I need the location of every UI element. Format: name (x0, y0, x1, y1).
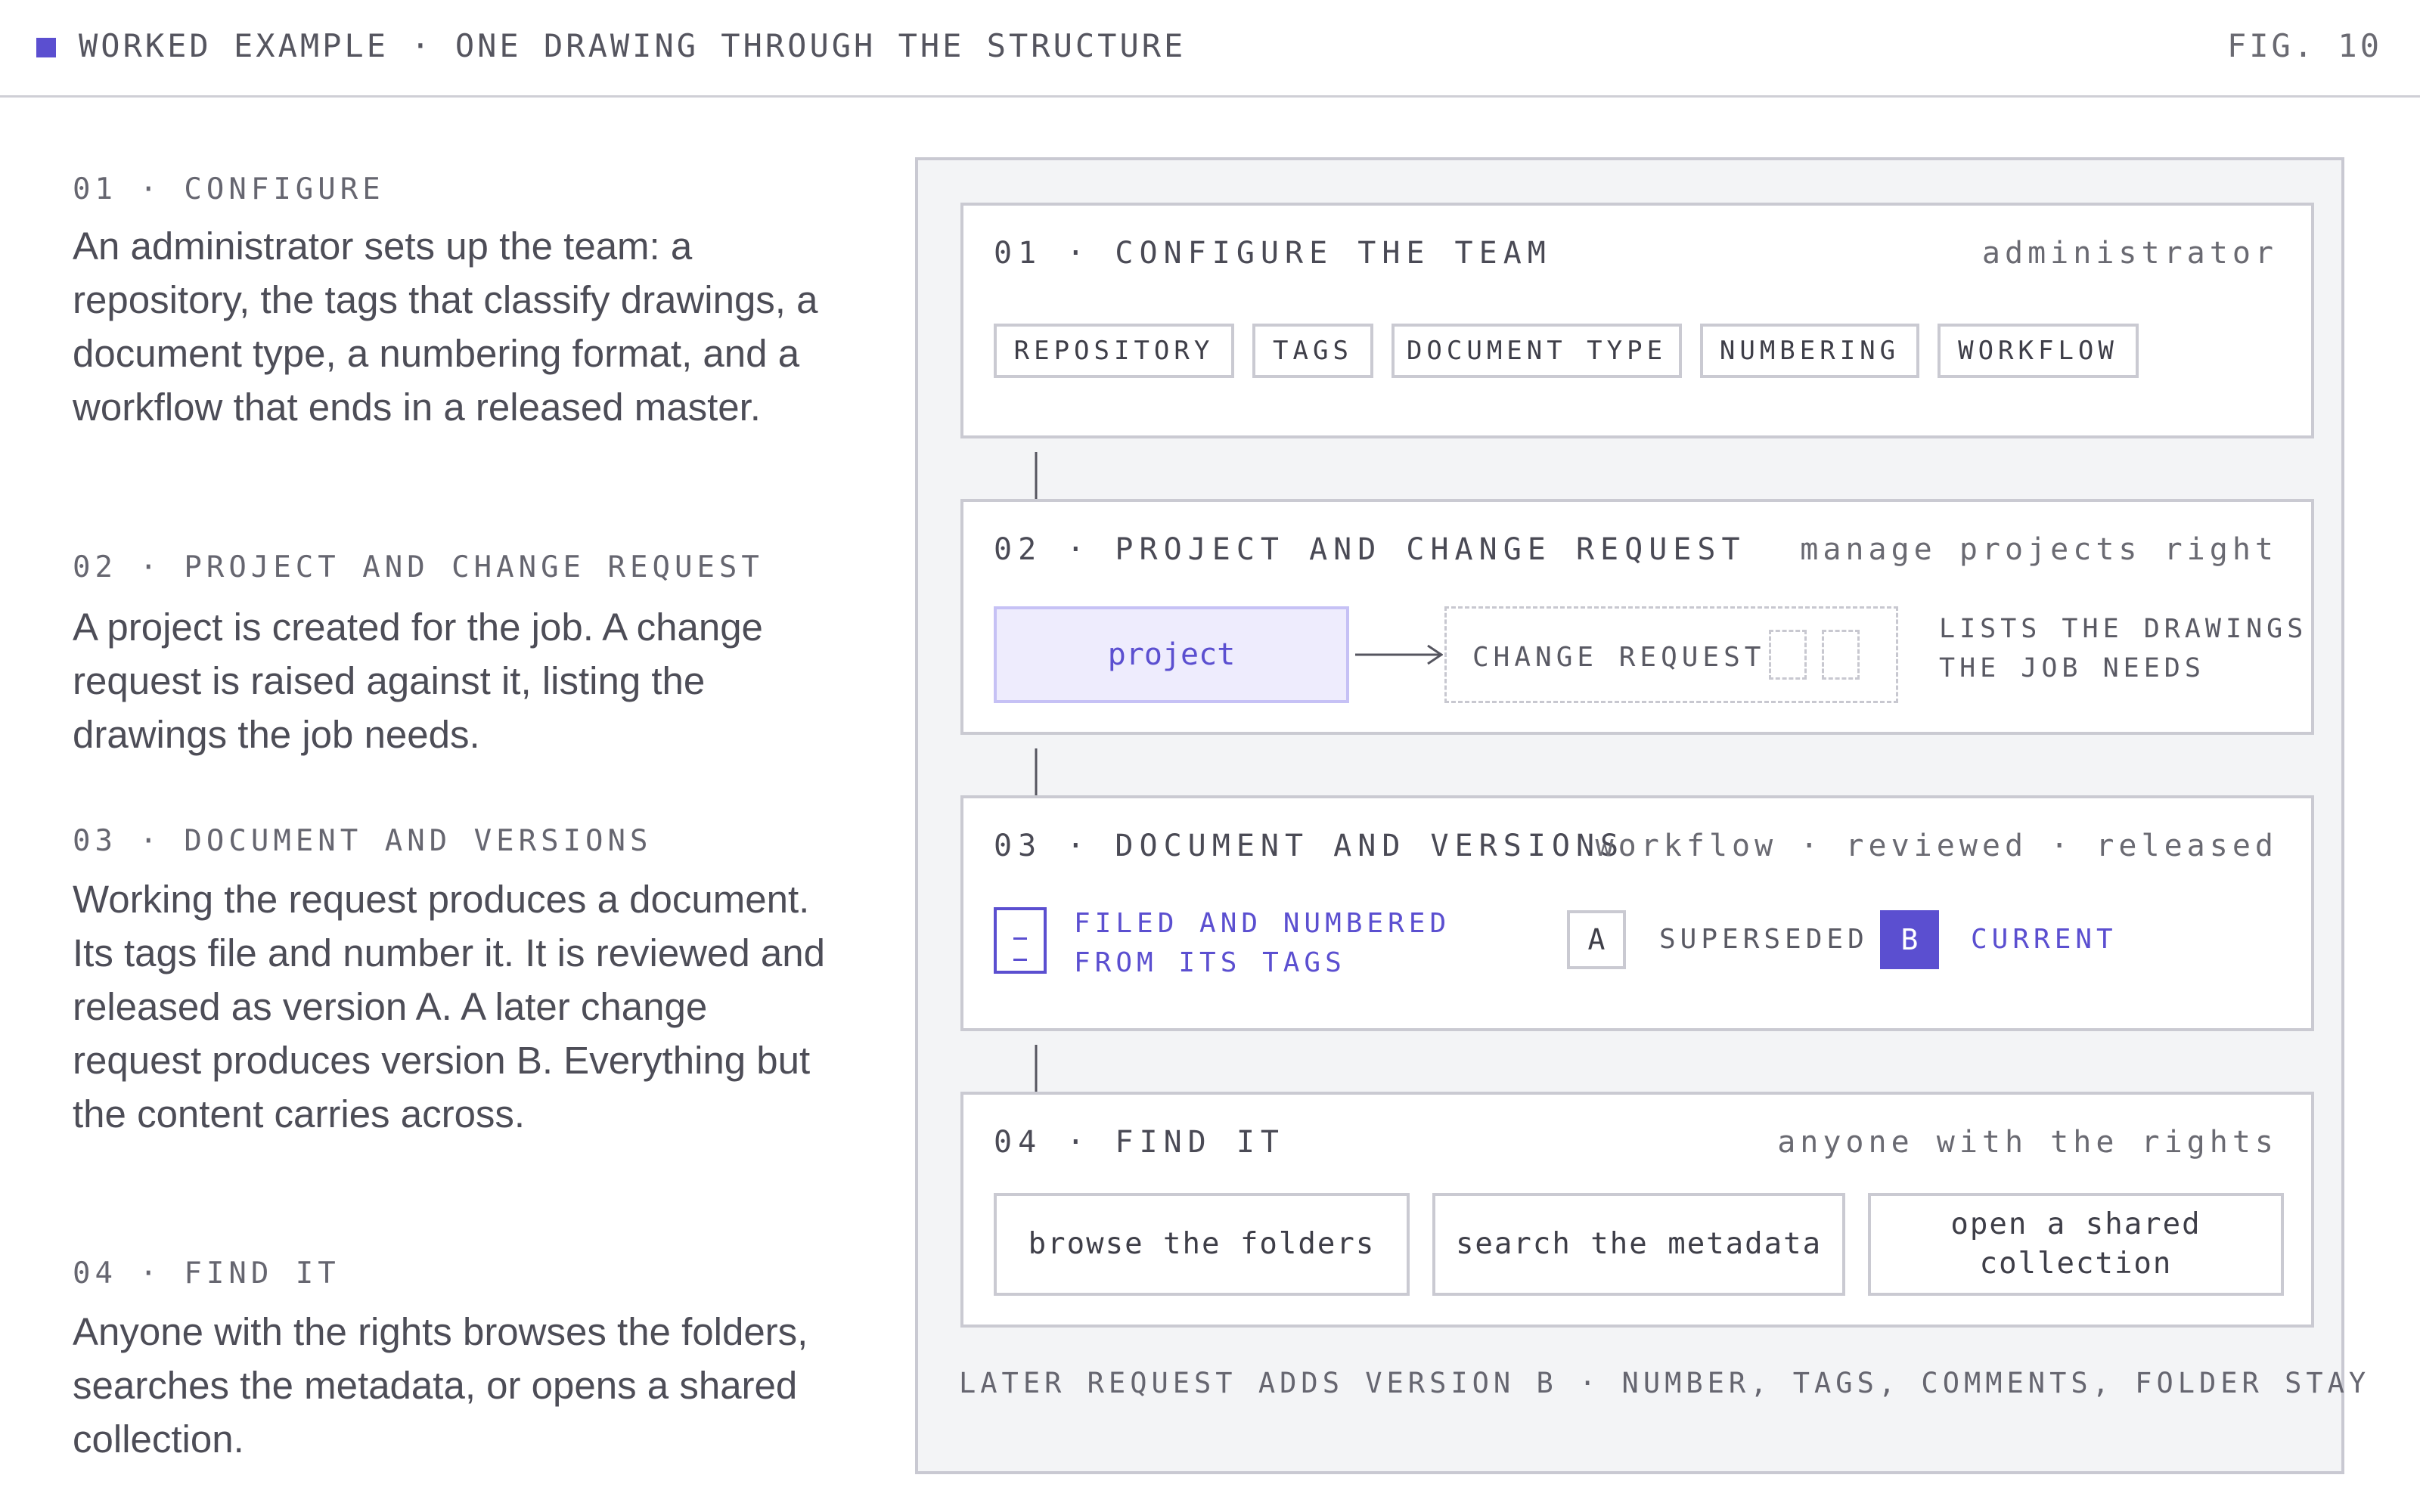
change-request-note: LISTS THE DRAWINGS THE JOB NEEDS (1939, 609, 2307, 688)
browse-folders-option: browse the folders (994, 1193, 1410, 1296)
version-b-badge: B (1880, 910, 1939, 969)
configure-title: 01 · CONFIGURE THE TEAM (994, 236, 1552, 271)
find-box: 04 · FIND IT anyone with the rights brow… (960, 1092, 2314, 1328)
step-3-label: 03 · DOCUMENT AND VERSIONS (73, 824, 653, 858)
version-a-label: SUPERSEDED (1659, 924, 1869, 955)
step-4-label: 04 · FIND IT (73, 1256, 340, 1290)
filed-note-line-1: FILED AND NUMBERED (1074, 908, 1451, 939)
accent-square-icon (36, 38, 56, 57)
configure-box: 01 · CONFIGURE THE TEAM administrator RE… (960, 203, 2314, 438)
step-1-label: 01 · CONFIGURE (73, 172, 385, 206)
search-metadata-option: search the metadata (1432, 1193, 1845, 1296)
filed-note-line-2: FROM ITS TAGS (1074, 947, 1346, 978)
document-icon (994, 907, 1047, 974)
step-2-label: 02 · PROJECT AND CHANGE REQUEST (73, 550, 764, 584)
drawing-slot-icon (1769, 630, 1807, 680)
figure-header: WORKED EXAMPLE · ONE DRAWING THROUGH THE… (0, 0, 2420, 98)
chip-document-type: DOCUMENT TYPE (1392, 324, 1682, 378)
chip-tags: TAGS (1252, 324, 1373, 378)
project-node: project (994, 606, 1349, 703)
document-box: 03 · DOCUMENT AND VERSIONS workflow · re… (960, 795, 2314, 1031)
filed-note: FILED AND NUMBERED FROM ITS TAGS (1074, 904, 1450, 983)
arrow-right-icon (1355, 644, 1443, 665)
version-a-badge: A (1567, 910, 1626, 969)
document-role: workflow · reviewed · released (1595, 829, 2278, 863)
find-title: 04 · FIND IT (994, 1125, 1285, 1160)
open-shared-collection-option: open a shared collection (1868, 1193, 2284, 1296)
project-role: manage projects right (1800, 532, 2278, 567)
figure-title: WORKED EXAMPLE · ONE DRAWING THROUGH THE… (79, 27, 1187, 64)
change-request-node: CHANGE REQUEST (1444, 606, 1898, 703)
find-role: anyone with the rights (1777, 1125, 2278, 1160)
chip-numbering: NUMBERING (1700, 324, 1919, 378)
figure-number: FIG. 10 (2226, 27, 2382, 64)
step-4-body: Anyone with the rights browses the folde… (73, 1310, 808, 1461)
drawing-slot-icon (1822, 630, 1860, 680)
change-request-label: CHANGE REQUEST (1472, 642, 1766, 673)
change-request-note-line-1: LISTS THE DRAWINGS (1939, 614, 2308, 644)
project-title: 02 · PROJECT AND CHANGE REQUEST (994, 532, 1746, 567)
step-1-body: An administrator sets up the team: a rep… (73, 225, 818, 429)
diagram-footer-note: LATER REQUEST ADDS VERSION B · NUMBER, T… (959, 1367, 2371, 1399)
chip-repository: REPOSITORY (994, 324, 1234, 378)
step-3-body: Working the request produces a document.… (73, 878, 825, 1136)
project-box: 02 · PROJECT AND CHANGE REQUEST manage p… (960, 499, 2314, 735)
document-title: 03 · DOCUMENT AND VERSIONS (994, 829, 1625, 863)
step-2-body: A project is created for the job. A chan… (73, 606, 763, 756)
version-b-label: CURRENT (1971, 924, 2118, 955)
chip-workflow: WORKFLOW (1938, 324, 2139, 378)
change-request-note-line-2: THE JOB NEEDS (1939, 653, 2205, 683)
configure-role: administrator (1981, 236, 2278, 271)
